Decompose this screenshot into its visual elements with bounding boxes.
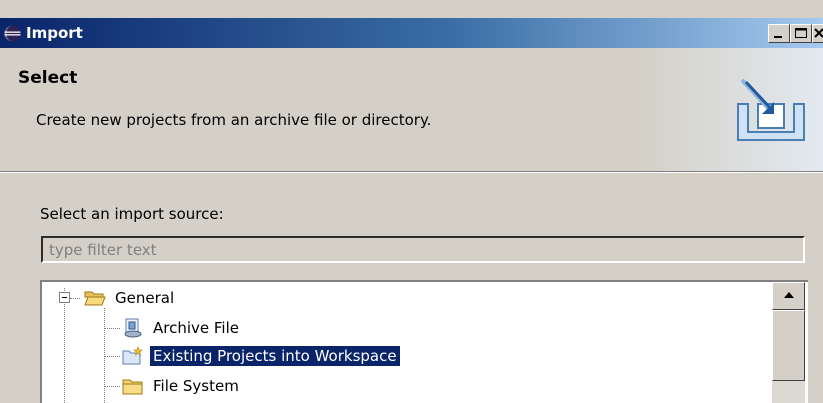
close-button[interactable] — [812, 24, 823, 43]
eclipse-icon — [4, 25, 21, 42]
tree-scrollbar[interactable] — [772, 282, 805, 403]
tree-item-label: Archive File — [153, 319, 239, 337]
tree-item-file-system[interactable]: File System — [122, 373, 242, 399]
archive-file-icon — [124, 318, 142, 338]
window-title: Import — [26, 24, 83, 42]
collapse-toggle[interactable] — [59, 292, 70, 303]
minimize-button[interactable] — [768, 24, 790, 43]
scroll-track[interactable] — [772, 381, 805, 403]
tree-item-existing-projects[interactable]: Existing Projects into Workspace — [122, 343, 400, 369]
maximize-button[interactable] — [790, 24, 812, 43]
tree-item-label: File System — [153, 377, 239, 395]
page-title: Select — [18, 68, 78, 88]
import-tray-icon — [737, 78, 805, 141]
tree-item-general[interactable]: General — [84, 285, 177, 311]
maximize-icon — [795, 28, 807, 38]
tree-item-label: General — [115, 289, 175, 307]
open-folder-icon — [84, 291, 106, 306]
import-source-label: Select an import source: — [40, 205, 224, 223]
scroll-up-button[interactable] — [772, 282, 805, 310]
folder-icon — [122, 379, 143, 395]
tree-guide-line — [104, 386, 120, 387]
new-project-icon — [122, 346, 143, 365]
scroll-thumb[interactable] — [772, 310, 805, 381]
tree-guide-line — [70, 298, 80, 299]
filter-input[interactable] — [41, 236, 805, 263]
tree-guide-line — [104, 356, 120, 357]
header-divider — [0, 171, 823, 173]
minimize-icon — [774, 36, 782, 38]
tree-guide-line — [104, 328, 120, 329]
tree-item-archive-file[interactable]: Archive File — [122, 315, 242, 341]
close-icon — [814, 28, 823, 38]
import-dialog: Import Select Create new projects from a… — [0, 0, 823, 403]
page-description: Create new projects from an archive file… — [36, 111, 432, 129]
title-bar[interactable]: Import — [0, 18, 823, 48]
import-source-tree[interactable]: General Archive File Existing Projects i… — [40, 280, 808, 403]
tree-item-label: Existing Projects into Workspace — [150, 346, 400, 366]
tree-guide-line — [64, 288, 65, 403]
